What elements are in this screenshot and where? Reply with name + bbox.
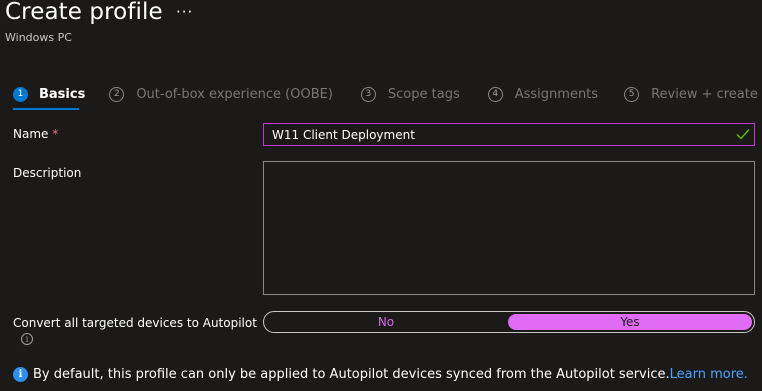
step-number-1: 1 xyxy=(13,86,28,102)
info-message-bar: i By default, this profile can only be a… xyxy=(13,367,748,382)
name-field[interactable] xyxy=(263,123,755,146)
step-number-5: 5 xyxy=(624,86,640,102)
step-label-oobe: Out-of-box experience (OOBE) xyxy=(136,86,333,102)
tab-assignments[interactable]: 4 Assignments xyxy=(487,86,599,102)
step-label-assignments: Assignments xyxy=(514,86,599,102)
info-icon: i xyxy=(13,367,28,382)
page-subtitle: Windows PC xyxy=(5,31,72,44)
toggle-option-no[interactable]: No xyxy=(264,312,508,332)
required-asterisk: * xyxy=(52,127,59,141)
wizard-steps: 1 Basics 2 Out-of-box experience (OOBE) … xyxy=(13,83,758,105)
step-number-3: 3 xyxy=(360,86,376,102)
tab-review-create[interactable]: 5 Review + create xyxy=(624,86,758,102)
name-label-text: Name xyxy=(13,127,49,141)
info-icon[interactable]: i xyxy=(21,333,33,345)
description-field[interactable] xyxy=(263,161,755,295)
description-label: Description xyxy=(13,166,82,180)
step-number-4: 4 xyxy=(487,86,503,102)
tab-basics[interactable]: 1 Basics xyxy=(13,86,86,102)
page-title: Create profile xyxy=(5,0,163,25)
step-label-scope-tags: Scope tags xyxy=(387,86,460,102)
name-label: Name * xyxy=(13,127,58,141)
tab-oobe[interactable]: 2 Out-of-box experience (OOBE) xyxy=(109,86,333,102)
tab-scope-tags[interactable]: 3 Scope tags xyxy=(360,86,460,102)
convert-autopilot-label: Convert all targeted devices to Autopilo… xyxy=(13,316,257,330)
convert-autopilot-toggle[interactable]: No Yes xyxy=(263,311,755,333)
checkmark-icon xyxy=(736,129,750,140)
info-message-text: By default, this profile can only be app… xyxy=(33,367,670,382)
more-options-button[interactable]: ··· xyxy=(176,3,193,21)
active-tab-indicator xyxy=(13,108,79,110)
toggle-option-yes[interactable]: Yes xyxy=(508,314,752,330)
learn-more-link[interactable]: Learn more. xyxy=(670,367,748,382)
step-label-basics: Basics xyxy=(39,86,86,102)
step-label-review-create: Review + create xyxy=(651,86,758,102)
step-number-2: 2 xyxy=(109,86,125,102)
